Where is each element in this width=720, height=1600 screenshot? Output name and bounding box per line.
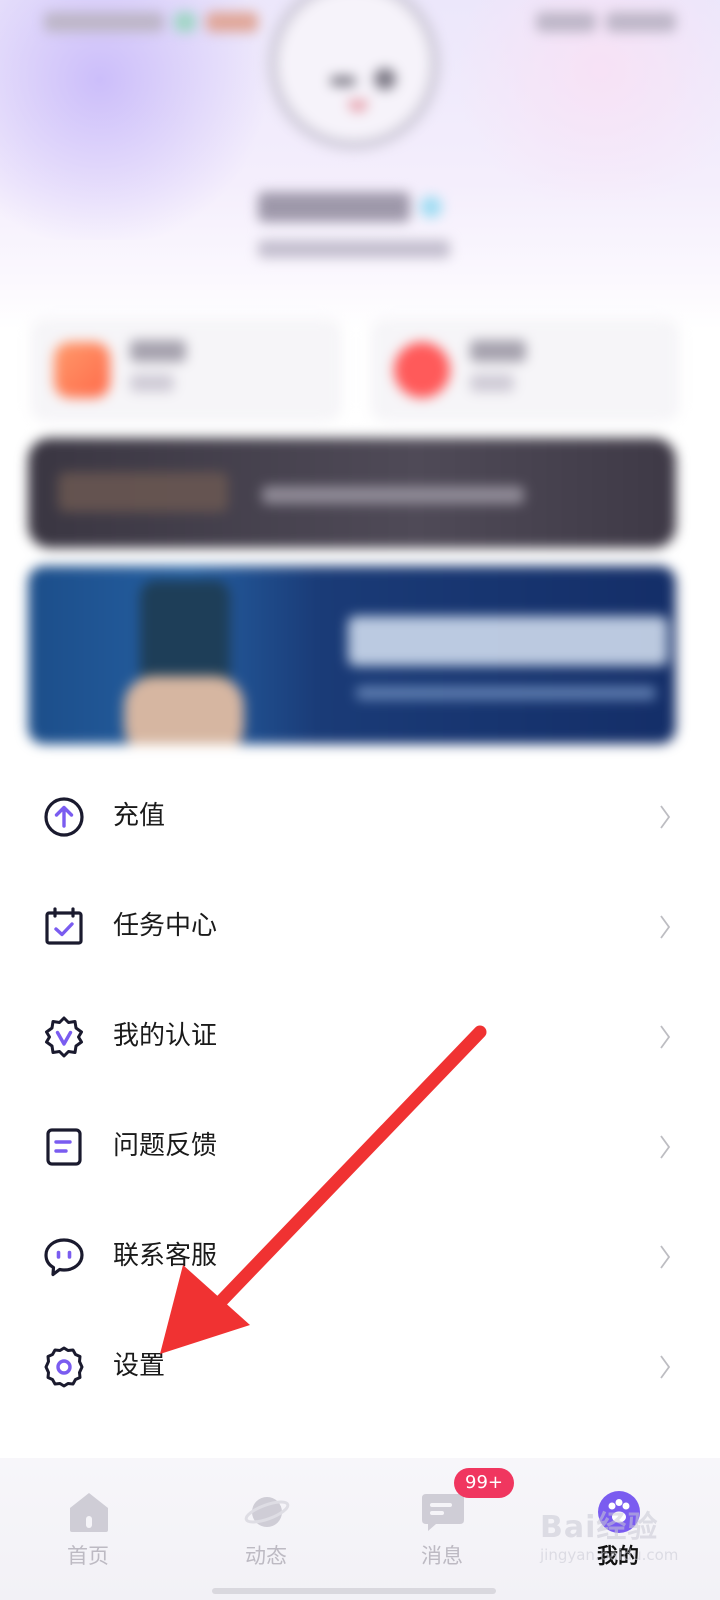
user-id [258, 240, 450, 258]
menu-item-label: 任务中心 [113, 911, 218, 941]
nav-tab-home[interactable]: 首页 [28, 1486, 148, 1596]
vip-logo [58, 472, 228, 512]
menu-item-label: 充值 [113, 801, 166, 831]
home-indicator[interactable] [212, 1588, 496, 1594]
nav-label: 首页 [67, 1544, 109, 1568]
verified-badge-icon [45, 1016, 83, 1058]
watermark: Bai经验 jingyan.baidu.com [540, 1500, 720, 1590]
planet-icon [244, 1497, 290, 1527]
chevron-right-icon [660, 915, 671, 939]
hand-image [124, 676, 244, 744]
vip-banner[interactable] [28, 438, 676, 548]
nav-tab-messages[interactable]: 消息 [382, 1486, 502, 1596]
calendar-check-icon [45, 907, 83, 945]
app-screen: 充值 任务中心 我的认证 问题反馈 联系客服 设置 首页 动态 消息 我的 99… [0, 0, 720, 1600]
stat-card-coins[interactable] [30, 318, 342, 422]
verified-badge-icon [420, 196, 442, 218]
menu-item-recharge[interactable]: 充值 [0, 760, 720, 870]
chat-bubble-icon [44, 1238, 84, 1277]
chevron-right-icon [660, 1245, 671, 1269]
menu-item-task-center[interactable]: 任务中心 [0, 870, 720, 980]
coin-icon [54, 342, 110, 398]
nav-tab-moments[interactable]: 动态 [206, 1486, 326, 1596]
nav-label: 动态 [245, 1544, 287, 1568]
menu-item-contact-support[interactable]: 联系客服 [0, 1200, 720, 1310]
message-icon [422, 1494, 464, 1531]
menu-item-label: 联系客服 [113, 1241, 218, 1271]
promo-subtitle [356, 686, 656, 700]
chevron-right-icon [660, 1135, 671, 1159]
watermark-url: jingyan.baidu.com [540, 1546, 679, 1564]
gift-icon [394, 342, 450, 398]
feedback-doc-icon [46, 1128, 82, 1166]
menu-item-my-verification[interactable]: 我的认证 [0, 980, 720, 1090]
gear-icon [44, 1346, 84, 1388]
message-count-badge: 99+ [454, 1468, 514, 1498]
watermark-text: Bai经验 [540, 1510, 659, 1545]
menu-item-label: 我的认证 [113, 1021, 218, 1051]
upload-circle-icon [44, 797, 84, 837]
settings-menu: 充值 任务中心 我的认证 问题反馈 联系客服 设置 [0, 760, 720, 1420]
chevron-right-icon [660, 1355, 671, 1379]
stat-card-gifts[interactable] [370, 318, 680, 422]
chevron-right-icon [660, 1025, 671, 1049]
menu-item-label: 问题反馈 [113, 1131, 218, 1161]
nickname [258, 192, 410, 222]
menu-item-settings[interactable]: 设置 [0, 1310, 720, 1420]
menu-item-label: 设置 [113, 1351, 166, 1381]
chevron-right-icon [660, 805, 671, 829]
home-icon [70, 1493, 108, 1532]
promo-banner[interactable] [28, 566, 676, 744]
promo-title [348, 616, 668, 666]
menu-item-feedback[interactable]: 问题反馈 [0, 1090, 720, 1200]
nav-label: 消息 [421, 1544, 463, 1568]
vip-banner-text [262, 486, 524, 504]
